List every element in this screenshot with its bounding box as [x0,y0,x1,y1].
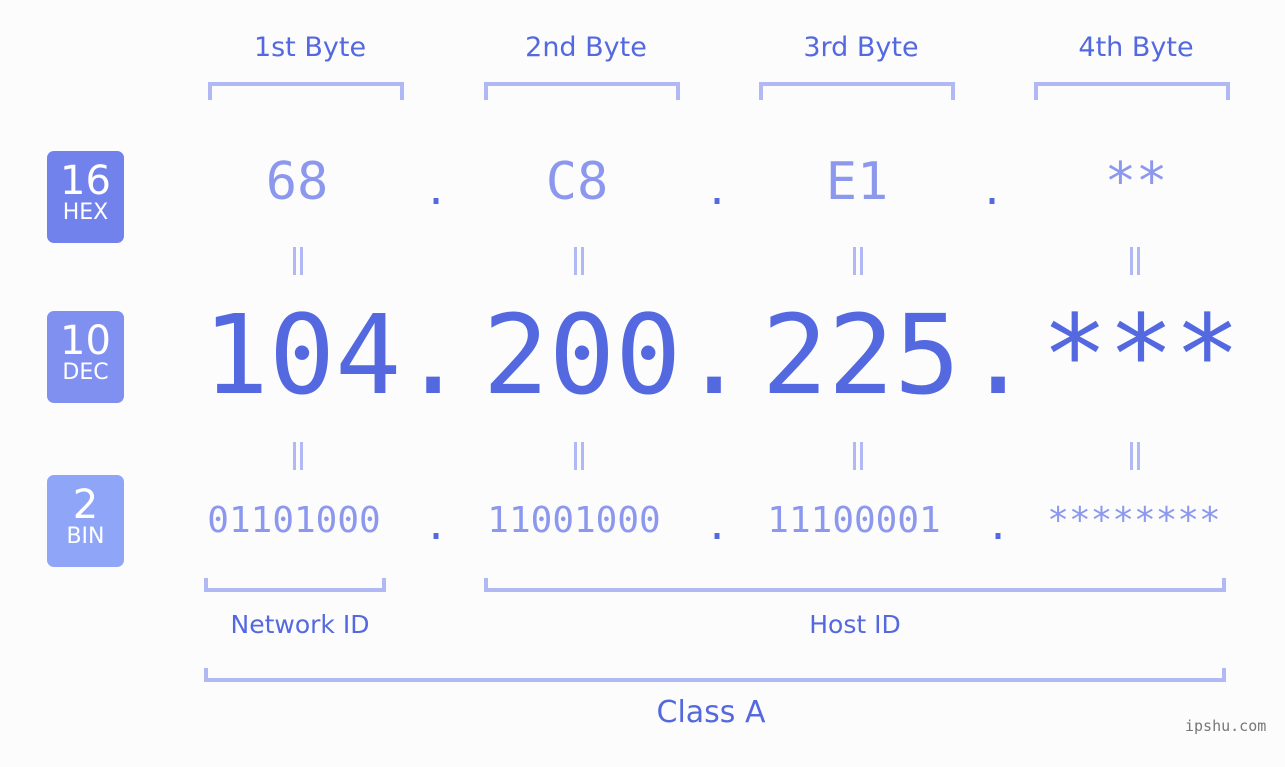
network-id-bracket [204,578,386,592]
bin-badge-base: 2 [72,482,99,528]
class-label: Class A [656,695,766,730]
equals-icon [572,442,586,470]
equals-icon [851,442,865,470]
bin-dot-3: . [986,503,1011,549]
bin-byte-2: 11001000 [487,500,661,541]
bin-badge: 2 BIN [47,475,124,567]
hex-byte-2: C8 [545,152,609,212]
bin-dot-2: . [705,503,730,549]
equals-icon [1128,442,1142,470]
dec-badge-base: 10 [60,318,111,364]
byte-header-4: 4th Byte [1078,32,1194,63]
byte-header-1: 1st Byte [253,32,367,63]
host-id-bracket [484,578,1226,592]
equals-icon [291,247,305,275]
network-id-label: Network ID [230,610,370,639]
hex-dot-3: . [980,168,1005,214]
dec-badge: 10 DEC [47,311,124,403]
byte-header-2: 2nd Byte [525,32,647,63]
bin-byte-4: ******** [1047,500,1221,541]
byte-bracket-1 [208,82,404,100]
watermark: ipshu.com [1185,717,1267,735]
byte-bracket-4 [1034,82,1230,100]
dec-byte-2: 200 [482,291,682,419]
dec-badge-label: DEC [62,360,109,385]
byte-bracket-3 [759,82,955,100]
dec-byte-4: *** [1041,291,1241,419]
hex-byte-3: E1 [825,152,889,212]
bin-dot-1: . [424,503,449,549]
hex-badge-base: 16 [60,158,111,204]
equals-icon [291,442,305,470]
hex-dot-2: . [705,168,730,214]
dec-byte-3: 225 [761,291,961,419]
hex-dot-1: . [424,168,449,214]
dec-dot-1: . [400,291,467,419]
hex-byte-1: 68 [265,152,329,212]
dec-dot-3: . [965,291,1032,419]
hex-badge-label: HEX [62,200,109,225]
dec-dot-2: . [681,291,748,419]
equals-icon [851,247,865,275]
host-id-label: Host ID [809,610,901,639]
equals-icon [1128,247,1142,275]
byte-header-3: 3rd Byte [803,32,919,63]
hex-badge: 16 HEX [47,151,124,243]
class-bracket [204,668,1226,682]
bin-byte-3: 11100001 [767,500,941,541]
byte-bracket-2 [484,82,680,100]
bin-badge-label: BIN [66,524,105,549]
bin-byte-1: 01101000 [207,500,381,541]
dec-byte-1: 104 [202,291,402,419]
hex-byte-4: ** [1104,152,1168,212]
equals-icon [572,247,586,275]
